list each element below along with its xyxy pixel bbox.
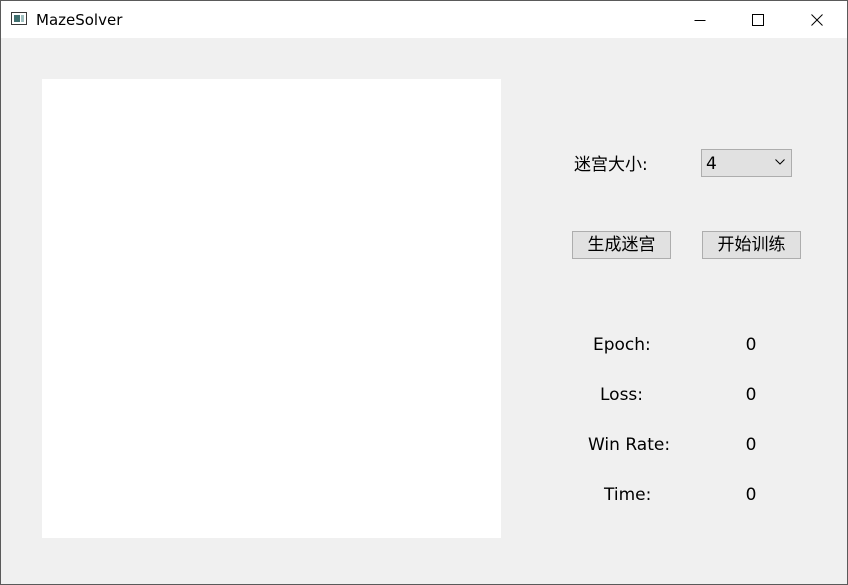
loss-value: 0 [745, 385, 757, 405]
win-rate-value: 0 [745, 435, 757, 455]
start-training-button[interactable]: 开始训练 [702, 231, 801, 259]
app-window: MazeSolver 迷宫大小: 4 生成迷宫 开始训练 Epoch: 0 Lo [0, 0, 848, 585]
time-label: Time: [604, 485, 652, 505]
win-rate-label: Win Rate: [588, 435, 671, 455]
close-icon [811, 13, 823, 26]
time-value: 0 [745, 485, 757, 505]
app-window-icon [11, 12, 27, 25]
minimize-button[interactable] [671, 1, 729, 38]
minimize-icon [694, 19, 706, 21]
epoch-value: 0 [745, 335, 757, 355]
maze-size-value: 4 [706, 154, 717, 174]
chevron-down-icon [775, 159, 785, 165]
maximize-button[interactable] [729, 1, 787, 38]
maximize-icon [752, 13, 764, 26]
close-button[interactable] [788, 1, 846, 38]
maze-size-select[interactable]: 4 [701, 149, 792, 177]
loss-label: Loss: [600, 385, 644, 405]
window-title: MazeSolver [36, 11, 123, 29]
generate-maze-button[interactable]: 生成迷宫 [572, 231, 671, 259]
maze-canvas [42, 79, 501, 538]
title-bar[interactable]: MazeSolver [1, 1, 847, 38]
maze-size-label: 迷宫大小: [574, 155, 648, 175]
epoch-label: Epoch: [593, 335, 651, 355]
